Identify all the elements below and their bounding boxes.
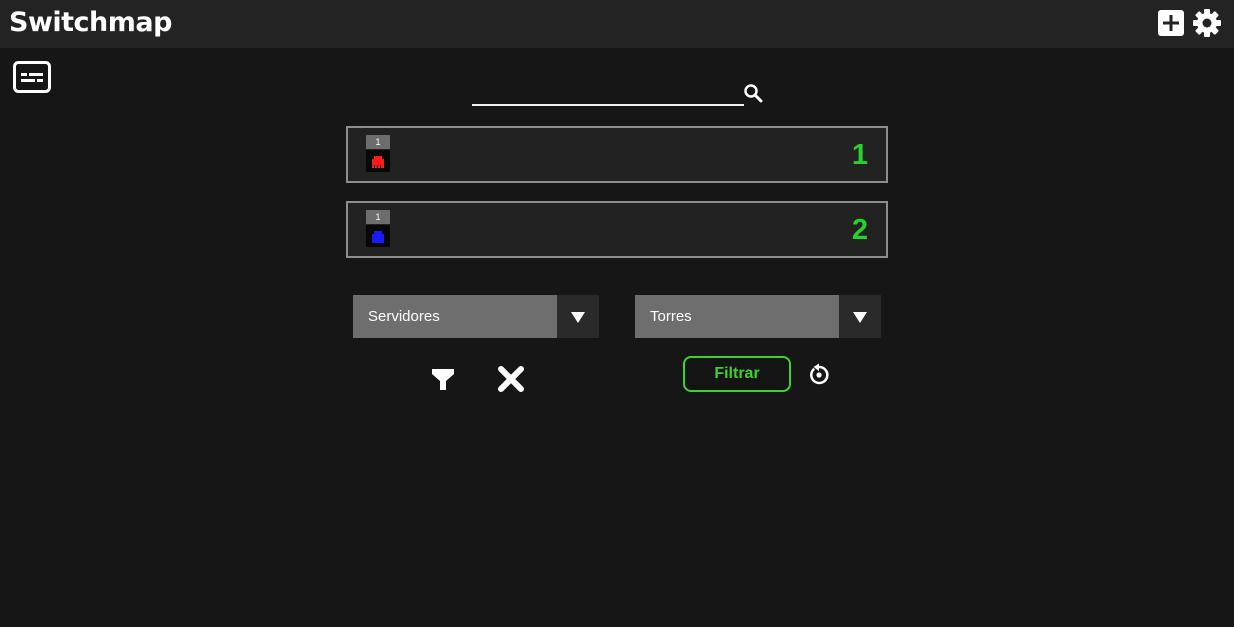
funnel-icon[interactable] <box>431 367 455 391</box>
add-box-icon[interactable] <box>1157 9 1185 37</box>
switch-number: 1 <box>851 139 868 171</box>
switch-card[interactable]: 1 2 <box>346 201 888 258</box>
search-icon[interactable] <box>742 82 764 104</box>
ethernet-port-icon <box>366 225 390 247</box>
port-label: 1 <box>366 135 390 149</box>
switch-card[interactable]: 1 1 <box>346 126 888 183</box>
towers-select-value: Torres <box>650 308 692 325</box>
switch-number: 2 <box>851 214 868 246</box>
search-input[interactable] <box>472 78 744 106</box>
port: 1 <box>366 210 390 247</box>
ethernet-port-icon <box>366 150 390 172</box>
top-bar: Switchmap <box>0 0 1234 48</box>
filter-button[interactable]: Filtrar <box>683 356 791 392</box>
gear-icon[interactable] <box>1192 8 1222 38</box>
port: 1 <box>366 135 390 172</box>
servers-select-value: Servidores <box>368 308 440 325</box>
close-icon[interactable] <box>496 364 526 394</box>
app-title: Switchmap <box>9 7 172 38</box>
port-label: 1 <box>366 210 390 224</box>
dropdown-arrow-icon[interactable] <box>839 295 881 338</box>
towers-select[interactable]: Torres <box>635 295 881 338</box>
search-bar <box>472 78 744 108</box>
subtitles-icon[interactable] <box>12 60 52 94</box>
servers-select[interactable]: Servidores <box>353 295 599 338</box>
dropdown-arrow-icon[interactable] <box>557 295 599 338</box>
reset-icon[interactable] <box>806 362 832 388</box>
